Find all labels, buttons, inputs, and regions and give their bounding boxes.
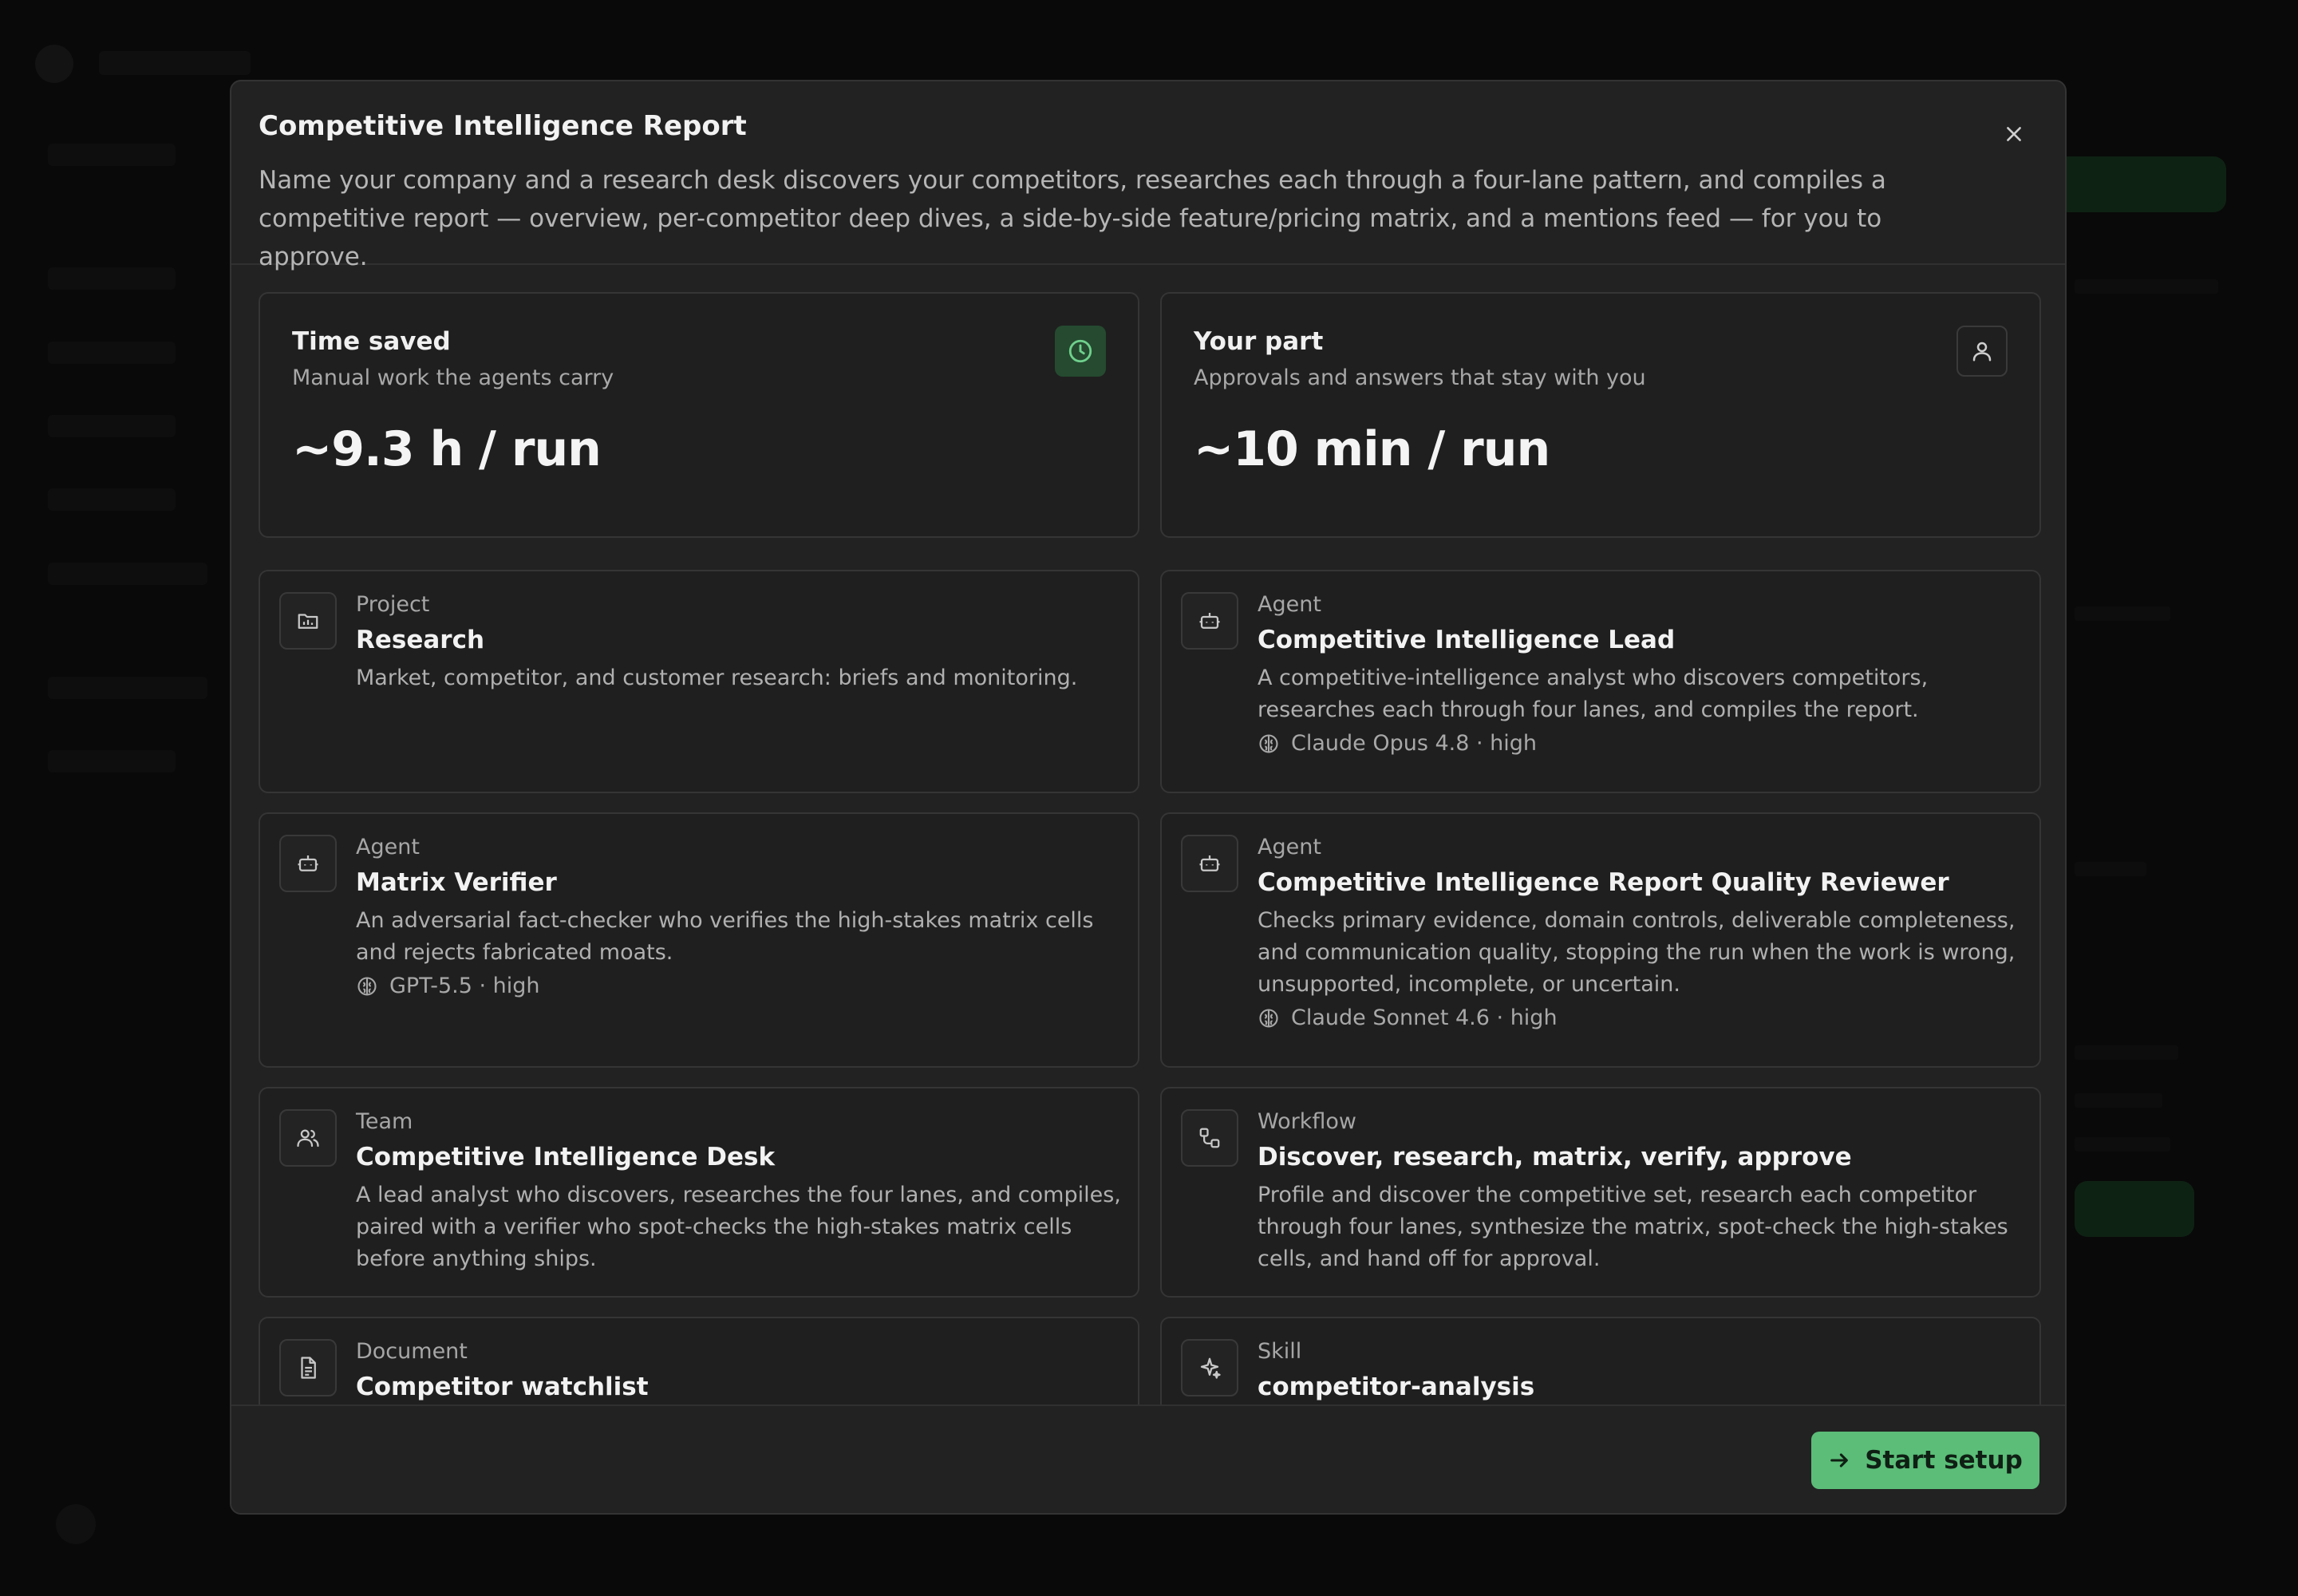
workflow-card[interactable]: Workflow Discover, research, matrix, ver…: [1160, 1087, 2041, 1298]
your-part-value: ~10 min / run: [1194, 421, 1550, 477]
agent-card[interactable]: Agent Competitive Intelligence Report Qu…: [1160, 812, 2041, 1068]
start-setup-label: Start setup: [1865, 1446, 2023, 1475]
team-card[interactable]: Team Competitive Intelligence Desk A lea…: [259, 1087, 1139, 1298]
item-description: A competitive-intelligence analyst who d…: [1258, 666, 1929, 722]
workflow-icon: [1181, 1109, 1238, 1167]
arrow-right-icon: [1830, 1453, 1849, 1468]
item-description: A lead analyst who discovers, researches…: [356, 1183, 1121, 1271]
item-kind: Project: [356, 592, 430, 617]
model-label: GPT-5.5 · high: [389, 974, 540, 998]
item-kind: Team: [356, 1109, 413, 1134]
item-description: Market, competitor, and customer researc…: [356, 666, 1078, 690]
start-setup-button[interactable]: Start setup: [1811, 1432, 2039, 1489]
item-name: Matrix Verifier: [356, 868, 557, 897]
item-kind: Skill: [1258, 1339, 1302, 1364]
stat-title: Time saved: [292, 327, 451, 356]
item-name: Competitor watchlist: [356, 1373, 649, 1401]
project-card[interactable]: Project Research Market, competitor, and…: [259, 570, 1139, 793]
item-description: An adversarial fact-checker who verifies…: [356, 908, 1094, 965]
sparkle-icon: [1181, 1339, 1238, 1396]
agent-card[interactable]: Agent Competitive Intelligence Lead A co…: [1160, 570, 2041, 793]
item-kind: Workflow: [1258, 1109, 1356, 1134]
brain-icon: [357, 976, 377, 996]
modal-description: Name your company and a research desk di…: [259, 166, 1886, 271]
bot-icon: [279, 835, 337, 892]
modal-body[interactable]: Time saved Manual work the agents carry …: [231, 265, 2065, 1487]
close-button[interactable]: [1996, 117, 2031, 152]
brain-icon: [1259, 733, 1278, 753]
item-kind: Agent: [1258, 592, 1321, 617]
close-icon: [2007, 127, 2021, 141]
item-description: Checks primary evidence, domain controls…: [1258, 908, 2016, 997]
item-description: Profile and discover the competitive set…: [1258, 1183, 2008, 1271]
clock-icon: [1055, 326, 1106, 377]
item-name: Competitive Intelligence Report Quality …: [1258, 868, 1949, 897]
item-kind: Agent: [356, 835, 420, 859]
time-saved-value: ~9.3 h / run: [292, 421, 602, 477]
modal-footer: Start setup: [231, 1404, 2065, 1513]
your-part-card: Your part Approvals and answers that sta…: [1160, 292, 2041, 538]
folder-chart-icon: [279, 592, 337, 650]
stat-subtitle: Manual work the agents carry: [292, 365, 614, 390]
template-modal: Competitive Intelligence Report Name you…: [230, 80, 2067, 1515]
item-name: Competitive Intelligence Lead: [1258, 626, 1676, 654]
stat-title: Your part: [1194, 327, 1324, 356]
item-kind: Document: [356, 1339, 468, 1364]
modal-title: Competitive Intelligence Report: [259, 110, 747, 142]
item-name: Discover, research, matrix, verify, appr…: [1258, 1143, 1852, 1171]
model-label: Claude Opus 4.8 · high: [1291, 731, 1538, 756]
bot-icon: [1181, 592, 1238, 650]
brain-icon: [1259, 1008, 1278, 1028]
users-icon: [279, 1109, 337, 1167]
modal-header: Competitive Intelligence Report Name you…: [231, 81, 2065, 271]
time-saved-card: Time saved Manual work the agents carry …: [259, 292, 1139, 538]
agent-card[interactable]: Agent Matrix Verifier An adversarial fac…: [259, 812, 1139, 1068]
bot-icon: [1181, 835, 1238, 892]
model-label: Claude Sonnet 4.6 · high: [1291, 1005, 1558, 1030]
item-name: Research: [356, 626, 485, 654]
model-badge: Claude Sonnet 4.6 · high: [1258, 1005, 1558, 1030]
item-kind: Agent: [1258, 835, 1321, 859]
user-icon: [1956, 326, 2008, 377]
item-name: Competitive Intelligence Desk: [356, 1143, 776, 1171]
model-badge: Claude Opus 4.8 · high: [1258, 731, 1537, 756]
model-badge: GPT-5.5 · high: [356, 974, 540, 998]
item-name: competitor-analysis: [1258, 1373, 1535, 1401]
document-icon: [279, 1339, 337, 1396]
stat-subtitle: Approvals and answers that stay with you: [1194, 365, 1646, 390]
